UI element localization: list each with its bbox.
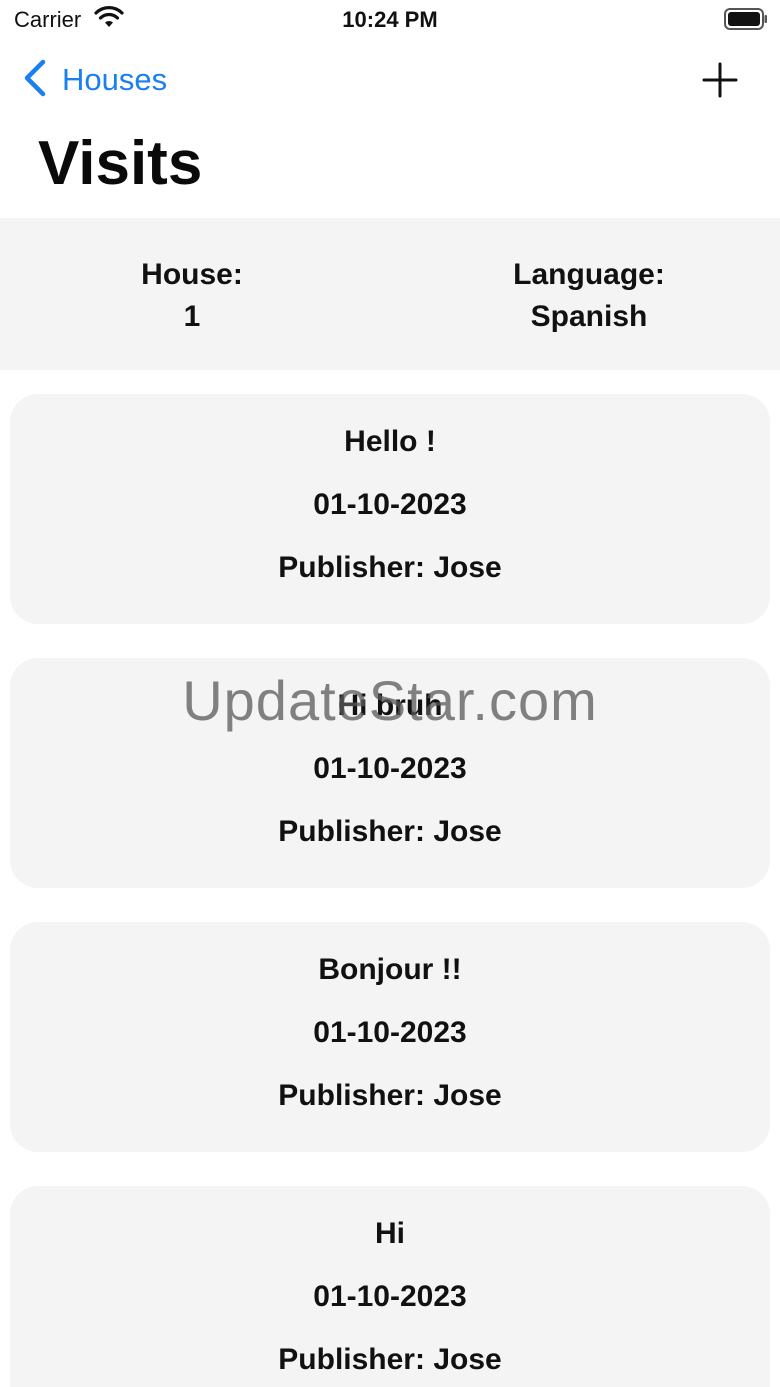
visit-publisher: Publisher: Jose [10, 550, 770, 586]
visit-card[interactable]: Hello ! 01-10-2023 Publisher: Jose [10, 394, 770, 624]
publisher-name: Jose [433, 1079, 502, 1112]
chevron-left-icon [22, 59, 48, 102]
visit-greeting: Bonjour !! [318, 953, 462, 986]
house-info: House: 1 [42, 254, 342, 338]
publisher-name: Jose [433, 1343, 502, 1376]
visit-greeting: Hi bruh [337, 689, 443, 722]
visit-date: 01-10-2023 [313, 1280, 467, 1313]
status-bar: Carrier 10:24 PM [0, 0, 780, 42]
page-title: Visits [38, 129, 203, 198]
add-visit-button[interactable] [700, 60, 740, 100]
visit-date: 01-10-2023 [313, 488, 467, 521]
visits-list: Hello ! 01-10-2023 Publisher: Jose Hi br… [10, 394, 770, 1387]
visit-date: 01-10-2023 [313, 1016, 467, 1049]
publisher-name: Jose [433, 551, 502, 584]
publisher-name: Jose [433, 815, 502, 848]
visit-greeting: Hello ! [344, 425, 436, 458]
house-label: House: [141, 258, 243, 291]
visit-publisher: Publisher: Jose [10, 814, 770, 850]
visit-date: 01-10-2023 [313, 752, 467, 785]
publisher-label: Publisher: [278, 815, 425, 848]
back-button[interactable]: Houses [22, 58, 167, 102]
publisher-label: Publisher: [278, 1343, 425, 1376]
back-button-label: Houses [62, 62, 168, 97]
visit-publisher: Publisher: Jose [10, 1078, 770, 1114]
visit-card[interactable]: Bonjour !! 01-10-2023 Publisher: Jose [10, 922, 770, 1152]
visit-card[interactable]: Hi bruh 01-10-2023 Publisher: Jose [10, 658, 770, 888]
language-label: Language: [513, 258, 665, 291]
publisher-label: Publisher: [278, 551, 425, 584]
visit-card[interactable]: Hi 01-10-2023 Publisher: Jose [10, 1186, 770, 1387]
language-value: Spanish [530, 300, 648, 333]
plus-icon [700, 62, 740, 104]
house-info-header: House: 1 Language: Spanish [0, 218, 780, 370]
visits-screen: Carrier 10:24 PM Houses Visits House: 1 … [0, 0, 780, 1387]
publisher-label: Publisher: [278, 1079, 425, 1112]
visit-publisher: Publisher: Jose [10, 1342, 770, 1378]
battery-icon [724, 8, 768, 30]
status-time: 10:24 PM [342, 7, 438, 32]
house-value: 1 [183, 300, 201, 333]
visit-greeting: Hi [375, 1217, 405, 1250]
language-info: Language: Spanish [439, 254, 739, 338]
